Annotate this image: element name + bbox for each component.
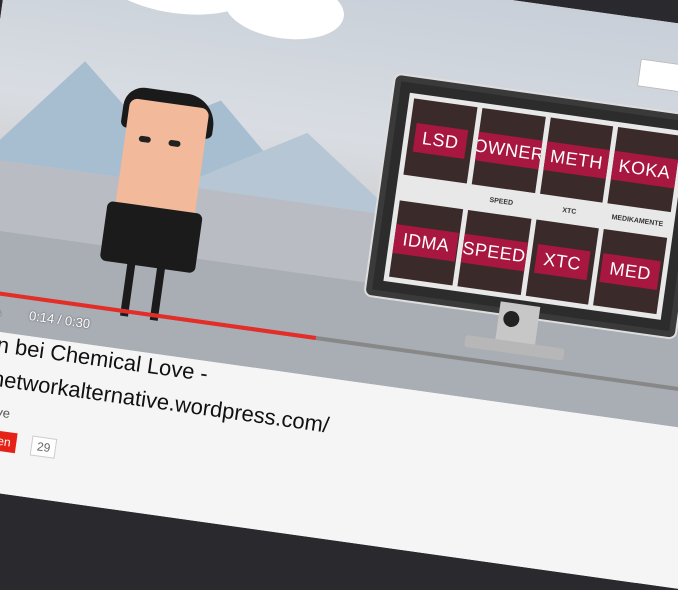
- channel-name[interactable]: l Love: [0, 401, 11, 421]
- tile-label: MED: [599, 253, 661, 290]
- tile-caption: SPEED: [468, 189, 534, 214]
- tile-lsd: LSD: [403, 98, 478, 184]
- tile-speed: SPEED: [457, 209, 531, 296]
- tile-downers: DOWNERS: [471, 107, 546, 194]
- browser-screen: LSD DOWNERS METH KOKA SPEED XTC MEDIKAME…: [0, 0, 678, 590]
- tile-caption: [400, 179, 466, 205]
- character-eye: [168, 139, 181, 148]
- subscribe-button[interactable]: nieren: [0, 427, 18, 454]
- monitor-tile-grid: LSD DOWNERS METH KOKA SPEED XTC MEDIKAME…: [383, 92, 678, 320]
- tile-caption: XTC: [536, 198, 603, 224]
- tile-caption: MEDIKAMENTE: [604, 208, 671, 233]
- tile-label: XTC: [533, 243, 591, 281]
- tile-meth: METH: [539, 117, 614, 203]
- tile-med: MED: [593, 229, 668, 315]
- subscriber-count: 29: [29, 435, 58, 459]
- tile-label: METH: [540, 140, 613, 180]
- cloud: [220, 0, 348, 47]
- tile-xtc: XTC: [525, 219, 600, 305]
- tile-label: LSD: [412, 122, 469, 159]
- tile-label: DOWNERS: [471, 128, 546, 173]
- tile-label: KOKA: [608, 150, 678, 189]
- character-eye: [138, 135, 152, 144]
- tile-label: SPEED: [457, 232, 531, 273]
- tile-koka: KOKA: [607, 127, 678, 213]
- tile-idma: IDMA: [389, 200, 463, 286]
- monitor-graphic: LSD DOWNERS METH KOKA SPEED XTC MEDIKAME…: [365, 74, 678, 338]
- tile-label: IDMA: [392, 224, 460, 262]
